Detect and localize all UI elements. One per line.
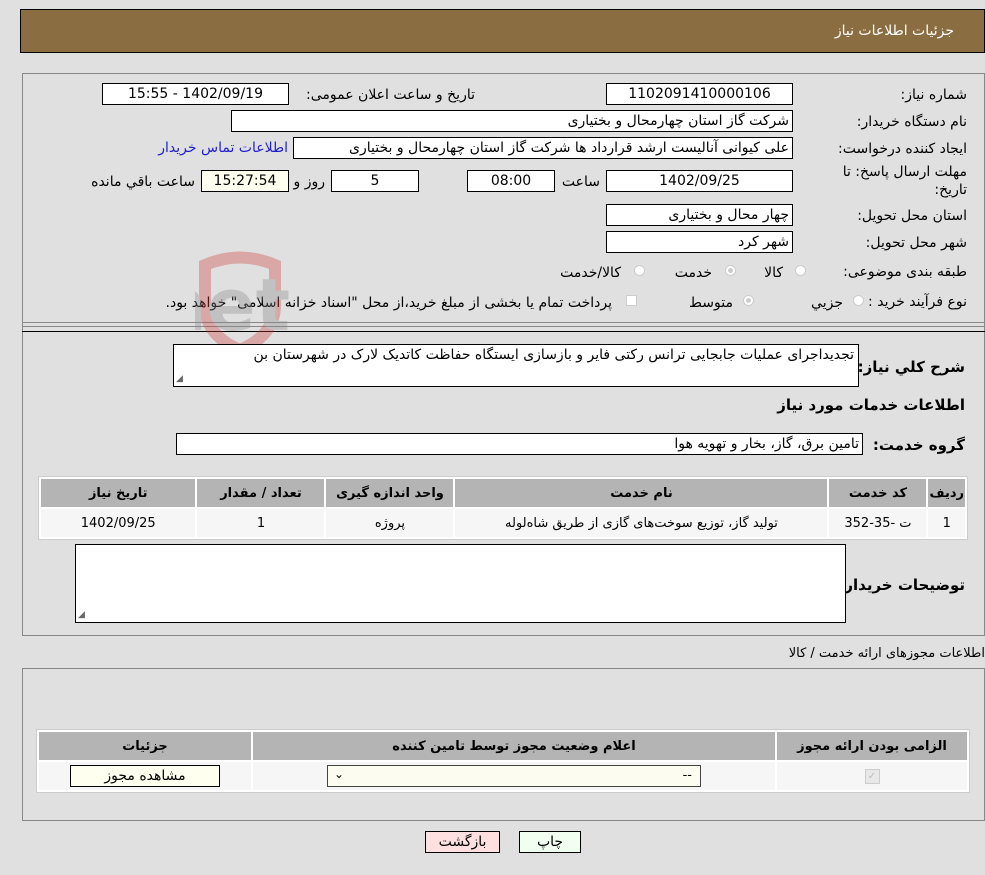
col-permit-required: الزامی بودن ارائه مجوز bbox=[777, 732, 967, 760]
resize-grip-icon[interactable]: ◢ bbox=[176, 375, 183, 384]
divider bbox=[22, 326, 985, 327]
category-radio-service[interactable] bbox=[725, 265, 736, 276]
category-option-goods-service: کالا/خدمت bbox=[560, 265, 621, 281]
cell-permit-details: مشاهده مجوز bbox=[39, 762, 251, 790]
purchase-radio-medium[interactable] bbox=[743, 295, 754, 306]
permit-status-selected: -- bbox=[682, 768, 692, 783]
buyer-org-field: شرکت گاز استان چهارمحال و بختیاری bbox=[231, 110, 793, 132]
view-permit-button[interactable]: مشاهده مجوز bbox=[70, 765, 220, 787]
category-label: طبقه بندی موضوعی: bbox=[843, 264, 967, 280]
back-button[interactable]: بازگشت bbox=[425, 831, 500, 853]
category-option-goods: کالا bbox=[764, 265, 783, 281]
divider bbox=[22, 322, 985, 323]
resize-grip-icon[interactable]: ◢ bbox=[78, 611, 85, 620]
services-table: ردیف کد خدمت نام خدمت واحد اندازه گیری ت… bbox=[38, 476, 968, 540]
province-field: چهار محال و بختیاری bbox=[606, 204, 793, 226]
treasury-payment-note: پرداخت تمام یا بخشی از مبلغ خرید،از محل … bbox=[165, 295, 612, 311]
cell-service-code: ت -35-352 bbox=[829, 509, 927, 537]
deadline-label: مهلت ارسال پاسخ: تا bbox=[842, 164, 967, 180]
col-service-name: نام خدمت bbox=[455, 479, 828, 507]
need-number-field: 1102091410000106 bbox=[606, 83, 793, 105]
cell-permit-required: ✓ bbox=[777, 762, 967, 790]
purchase-type-label: نوع فرآیند خرید : bbox=[868, 294, 967, 310]
creator-label: ایجاد کننده درخواست: bbox=[838, 141, 967, 157]
table-row: 1 ت -35-352 تولید گاز، توزیع سوخت‌های گا… bbox=[41, 509, 965, 537]
permit-status-select[interactable]: -- ⌄ bbox=[327, 765, 701, 787]
days-label: روز و bbox=[293, 174, 326, 190]
need-number-label: شماره نیاز: bbox=[900, 87, 968, 103]
buyer-notes-label: توضیحات خریدار: bbox=[838, 576, 965, 594]
cell-need-date: 1402/09/25 bbox=[41, 509, 196, 537]
col-row-number: ردیف bbox=[928, 479, 965, 507]
deadline-time-label: ساعت bbox=[561, 174, 600, 190]
print-button[interactable]: چاپ bbox=[519, 831, 581, 853]
chevron-down-icon: ⌄ bbox=[334, 767, 345, 781]
table-row: ✓ -- ⌄ مشاهده مجوز bbox=[39, 762, 967, 790]
page-title: جزئیات اطلاعات نیاز bbox=[834, 23, 954, 39]
page-header: جزئیات اطلاعات نیاز bbox=[20, 9, 985, 53]
permits-table: الزامی بودن ارائه مجوز اعلام وضعیت مجوز … bbox=[36, 729, 970, 793]
purchase-option-minor: جزيي bbox=[811, 295, 843, 311]
buyer-notes-textarea[interactable]: ◢ bbox=[75, 544, 846, 623]
buyer-org-label: نام دستگاه خریدار: bbox=[856, 114, 967, 130]
description-label: شرح کلي نياز: bbox=[857, 358, 965, 376]
cell-row-number: 1 bbox=[928, 509, 965, 537]
category-radio-goods-service[interactable] bbox=[634, 265, 645, 276]
services-section-title: اطلاعات خدمات مورد نياز bbox=[777, 396, 965, 414]
cell-service-name: تولید گاز، توزیع سوخت‌های گازی از طریق ش… bbox=[455, 509, 828, 537]
remaining-time-field: 15:27:54 bbox=[201, 170, 289, 192]
city-field: شهر کرد bbox=[606, 231, 793, 253]
col-service-code: کد خدمت bbox=[829, 479, 927, 507]
category-radio-goods[interactable] bbox=[795, 265, 806, 276]
purchase-option-medium: متوسط bbox=[689, 295, 733, 311]
category-option-service: خدمت bbox=[674, 265, 712, 281]
deadline-label-line2: تاریخ: bbox=[934, 182, 967, 198]
province-label: استان محل تحویل: bbox=[857, 208, 967, 224]
deadline-date-field: 1402/09/25 bbox=[606, 170, 793, 192]
description-textarea[interactable]: تجدیداجرای عملیات جابجایی ترانس رکتی فای… bbox=[173, 344, 859, 387]
service-group-field: تامین برق، گاز، بخار و تهویه هوا bbox=[176, 433, 863, 455]
divider bbox=[22, 331, 985, 332]
services-table-header: ردیف کد خدمت نام خدمت واحد اندازه گیری ت… bbox=[41, 479, 965, 507]
col-quantity: تعداد / مقدار bbox=[197, 479, 325, 507]
deadline-time-field: 08:00 bbox=[467, 170, 555, 192]
cell-permit-status: -- ⌄ bbox=[253, 762, 775, 790]
announce-datetime-label: تاریخ و ساعت اعلان عمومی: bbox=[306, 87, 475, 103]
city-label: شهر محل تحویل: bbox=[865, 235, 967, 251]
col-permit-status: اعلام وضعیت مجوز توسط تامین کننده bbox=[253, 732, 775, 760]
col-unit: واحد اندازه گیری bbox=[326, 479, 454, 507]
purchase-radio-minor[interactable] bbox=[853, 295, 864, 306]
treasury-payment-checkbox[interactable] bbox=[626, 295, 637, 306]
remaining-time-label: ساعت باقي مانده bbox=[91, 174, 195, 190]
creator-field: علی کیوانی آنالیست ارشد قرارداد ها شرکت … bbox=[293, 137, 793, 159]
permits-section-title: اطلاعات مجوزهای ارائه خدمت / کالا bbox=[788, 646, 985, 661]
permit-required-checkbox[interactable]: ✓ bbox=[864, 769, 880, 784]
cell-unit: پروژه bbox=[326, 509, 454, 537]
cell-quantity: 1 bbox=[197, 509, 325, 537]
col-permit-details: جزئیات bbox=[39, 732, 251, 760]
announce-datetime-field: 1402/09/19 - 15:55 bbox=[102, 83, 289, 105]
col-need-date: تاریخ نیاز bbox=[41, 479, 196, 507]
remaining-days-field: 5 bbox=[331, 170, 419, 192]
buyer-contact-link[interactable]: اطلاعات تماس خریدار bbox=[158, 140, 288, 156]
service-group-label: گروه خدمت: bbox=[872, 436, 965, 454]
permits-table-header: الزامی بودن ارائه مجوز اعلام وضعیت مجوز … bbox=[39, 732, 967, 760]
description-text: تجدیداجرای عملیات جابجایی ترانس رکتی فای… bbox=[253, 347, 855, 363]
